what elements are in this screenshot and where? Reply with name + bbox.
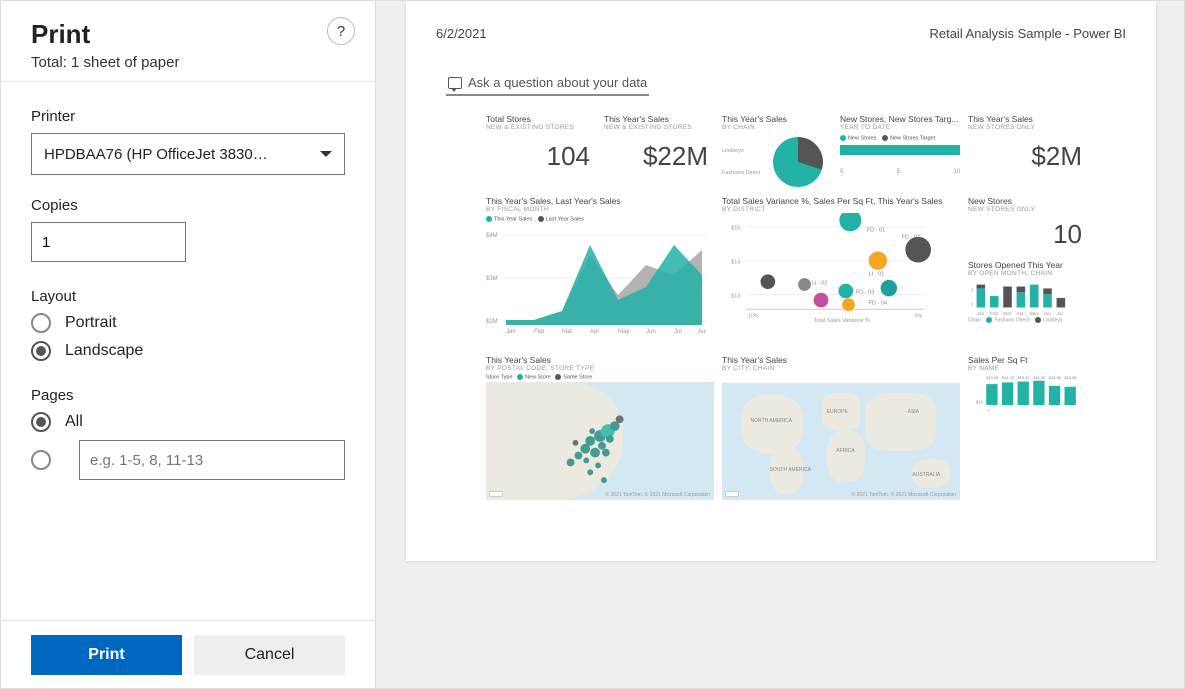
layout-portrait-radio[interactable]: Portrait (31, 313, 345, 333)
ytd-bar (840, 145, 960, 155)
tile-new-stores-count: New Stores NEW STORES ONLY 10 Stores Ope… (968, 196, 1088, 351)
print-button[interactable]: Print (31, 635, 182, 675)
svg-text:$15.32: $15.32 (1018, 375, 1030, 380)
qa-box: Ask a question about your data (446, 71, 649, 96)
svg-text:$2M: $2M (486, 319, 498, 325)
pages-all-label: All (65, 413, 83, 431)
svg-text:Aug: Aug (698, 329, 706, 335)
svg-text:$15: $15 (731, 226, 740, 232)
layout-landscape-radio[interactable]: Landscape (31, 341, 345, 361)
preview-title: Retail Analysis Sample - Power BI (929, 26, 1126, 41)
cancel-button[interactable]: Cancel (194, 635, 345, 675)
svg-text:$13.39: $13.39 (1049, 375, 1061, 380)
svg-text:$16.00: $16.00 (1033, 375, 1046, 380)
svg-text:LI - 02: LI - 02 (812, 281, 828, 287)
preview-panel: 6/2/2021 Retail Analysis Sample - Power … (376, 1, 1184, 688)
panel-subtitle: Total: 1 sheet of paper (31, 54, 345, 71)
radio-icon (31, 412, 51, 432)
svg-text:FD - 01: FD - 01 (867, 227, 885, 233)
opened-chart: JanFebMarAprMayJunJul 1 2 (968, 277, 1088, 317)
printer-dropdown[interactable]: HPDBAA76 (HP OfficeJet 3830… (31, 133, 345, 175)
tile-ty-sales: This Year's Sales NEW & EXISTING STORES … (604, 114, 714, 192)
donut-chart (773, 137, 823, 187)
svg-text:FD - 04: FD - 04 (869, 301, 887, 307)
tile-map-world: This Year's Sales BY CITY, CHAIN NORTH A… (722, 355, 960, 500)
svg-text:$4M: $4M (486, 233, 498, 239)
svg-text:$14.75: $14.75 (1002, 375, 1015, 380)
svg-text:Feb: Feb (534, 329, 545, 335)
preview-page: 6/2/2021 Retail Analysis Sample - Power … (406, 1, 1156, 561)
area-chart: $4M $3M $2M Jan Feb Mar Apr May Jun Jul Aug (486, 225, 706, 335)
svg-text:0%: 0% (915, 314, 923, 320)
radio-icon (31, 450, 51, 470)
tile-bubble-chart: Total Sales Variance %, Sales Per Sq Ft,… (722, 196, 960, 351)
panel-title: Print (31, 19, 345, 50)
help-button[interactable]: ? (327, 17, 355, 45)
svg-text:$3M: $3M (486, 276, 498, 282)
qa-text: Ask a question about your data (468, 75, 647, 90)
copies-label: Copies (31, 197, 345, 214)
tile-map-postal: This Year's Sales BY POSTAL CODE, STORE … (486, 355, 714, 500)
svg-text:Total Sales Variance %: Total Sales Variance % (814, 318, 870, 323)
pages-range-input[interactable] (79, 440, 345, 480)
svg-text:Jun: Jun (646, 329, 656, 335)
svg-text:$13.08: $13.08 (1065, 375, 1077, 380)
copies-input[interactable] (31, 222, 186, 262)
svg-text:$13.96: $13.96 (986, 375, 998, 380)
chevron-down-icon (320, 151, 332, 157)
map-world: NORTH AMERICA EUROPE ASIA AFRICA SOUTH A… (722, 383, 960, 500)
sqft-chart: $10 $13.96 $14.75$15.32 $16.00$13.39 $13.0… (968, 372, 1088, 412)
svg-text:LI - 01: LI - 01 (869, 271, 885, 277)
tile-total-stores: Total Stores NEW & EXISTING STORES 104 (486, 114, 596, 192)
radio-icon (31, 313, 51, 333)
tile-sqft: Sales Per Sq Ft BY NAME $10 $13.96$14.75… (968, 355, 1088, 500)
bubble-chart: $15 $14 $13 FD - 01 FD - 02 LI - 01 LI - (722, 213, 942, 323)
svg-text:FD - 03: FD - 03 (856, 290, 874, 296)
pages-all-radio[interactable]: All (31, 412, 345, 432)
svg-text:Apr: Apr (590, 329, 599, 335)
pages-custom-radio[interactable] (31, 440, 345, 480)
svg-text:May: May (618, 329, 629, 335)
tile-new-stores-target: New Stores, New Stores Targ... YEAR TO D… (840, 114, 960, 192)
pages-label: Pages (31, 387, 345, 404)
preview-scroll[interactable]: 6/2/2021 Retail Analysis Sample - Power … (376, 1, 1184, 688)
tile-area-chart: This Year's Sales, Last Year's Sales BY … (486, 196, 714, 351)
printer-label: Printer (31, 108, 345, 125)
svg-text:1: 1 (971, 302, 974, 308)
chat-icon (448, 77, 462, 89)
svg-text:$13: $13 (731, 293, 740, 299)
preview-date: 6/2/2021 (436, 26, 487, 41)
help-icon: ? (337, 23, 345, 40)
tile-ty-sales-new: This Year's Sales NEW STORES ONLY $2M (968, 114, 1088, 192)
tile-sales-by-chain: This Year's Sales BY CHAIN Lindseys Fash… (722, 114, 832, 192)
radio-icon (31, 341, 51, 361)
svg-text:Jul: Jul (674, 329, 682, 335)
map-us: © 2021 TomTom, © 2021 Microsoft Corporat… (486, 382, 714, 500)
svg-text:-10%: -10% (746, 314, 759, 320)
svg-text:$14: $14 (731, 259, 740, 265)
layout-label: Layout (31, 288, 345, 305)
svg-text:2: 2 (971, 287, 974, 293)
svg-text:FD - 02: FD - 02 (902, 235, 920, 241)
svg-text:$10: $10 (976, 399, 984, 404)
landscape-label: Landscape (65, 342, 143, 360)
svg-text:Mar: Mar (562, 329, 572, 335)
print-panel: Print Total: 1 sheet of paper ? Printer … (1, 1, 376, 688)
printer-value: HPDBAA76 (HP OfficeJet 3830… (44, 146, 268, 163)
svg-text:Jan: Jan (506, 329, 516, 335)
portrait-label: Portrait (65, 314, 117, 332)
svg-text:A: A (987, 408, 992, 412)
